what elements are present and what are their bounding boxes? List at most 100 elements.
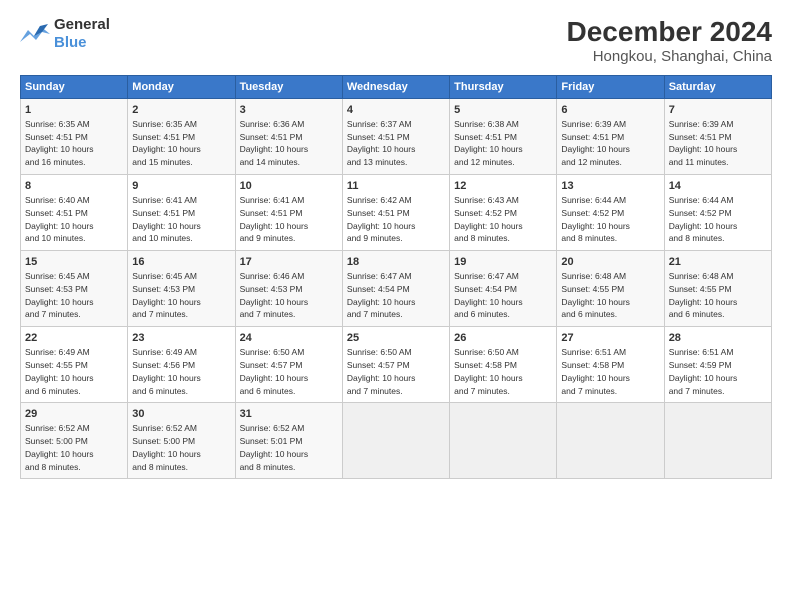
col-wednesday: Wednesday [342, 76, 449, 99]
day-number: 7 [669, 103, 767, 118]
table-row [450, 403, 557, 479]
day-info: Sunrise: 6:41 AM [240, 195, 305, 205]
day-number: 6 [561, 103, 659, 118]
day-info: and 7 minutes. [347, 386, 403, 396]
day-info: and 8 minutes. [561, 233, 617, 243]
day-number: 12 [454, 179, 552, 194]
day-info: and 14 minutes. [240, 157, 300, 167]
table-row: 30Sunrise: 6:52 AMSunset: 5:00 PMDayligh… [128, 403, 235, 479]
table-row: 1Sunrise: 6:35 AMSunset: 4:51 PMDaylight… [21, 99, 128, 175]
day-info: Sunrise: 6:50 AM [347, 347, 412, 357]
day-info: Sunset: 4:55 PM [25, 360, 88, 370]
logo-text: General Blue [54, 16, 110, 52]
day-info: Sunset: 4:52 PM [561, 208, 624, 218]
day-info: Daylight: 10 hours [25, 297, 94, 307]
day-info: and 7 minutes. [25, 309, 81, 319]
table-row: 5Sunrise: 6:38 AMSunset: 4:51 PMDaylight… [450, 99, 557, 175]
table-row: 12Sunrise: 6:43 AMSunset: 4:52 PMDayligh… [450, 175, 557, 251]
day-info: Daylight: 10 hours [454, 373, 523, 383]
day-info: Sunset: 4:51 PM [240, 208, 303, 218]
day-info: Sunrise: 6:48 AM [561, 271, 626, 281]
day-info: Daylight: 10 hours [132, 297, 201, 307]
day-info: and 9 minutes. [347, 233, 403, 243]
day-number: 16 [132, 255, 230, 270]
day-info: Daylight: 10 hours [454, 297, 523, 307]
day-info: Sunrise: 6:45 AM [132, 271, 197, 281]
day-info: Daylight: 10 hours [347, 297, 416, 307]
day-info: Sunrise: 6:51 AM [561, 347, 626, 357]
table-row: 22Sunrise: 6:49 AMSunset: 4:55 PMDayligh… [21, 327, 128, 403]
day-info: Daylight: 10 hours [25, 221, 94, 231]
day-info: Daylight: 10 hours [240, 221, 309, 231]
day-info: Daylight: 10 hours [25, 449, 94, 459]
day-info: Daylight: 10 hours [240, 373, 309, 383]
day-info: Sunrise: 6:44 AM [669, 195, 734, 205]
day-info: and 12 minutes. [454, 157, 514, 167]
day-info: Sunset: 4:55 PM [561, 284, 624, 294]
day-info: and 7 minutes. [454, 386, 510, 396]
day-info: Sunset: 4:57 PM [240, 360, 303, 370]
day-info: Sunrise: 6:52 AM [240, 423, 305, 433]
day-info: Sunrise: 6:43 AM [454, 195, 519, 205]
day-info: Daylight: 10 hours [347, 144, 416, 154]
table-row: 9Sunrise: 6:41 AMSunset: 4:51 PMDaylight… [128, 175, 235, 251]
day-info: and 8 minutes. [669, 233, 725, 243]
day-number: 5 [454, 103, 552, 118]
day-info: Daylight: 10 hours [25, 144, 94, 154]
day-info: Sunset: 4:58 PM [454, 360, 517, 370]
day-info: Daylight: 10 hours [347, 373, 416, 383]
logo-icon [20, 22, 50, 46]
day-info: Sunrise: 6:52 AM [25, 423, 90, 433]
day-info: Sunrise: 6:46 AM [240, 271, 305, 281]
table-row: 13Sunrise: 6:44 AMSunset: 4:52 PMDayligh… [557, 175, 664, 251]
day-info: Sunrise: 6:37 AM [347, 119, 412, 129]
day-number: 22 [25, 331, 123, 346]
day-info: Daylight: 10 hours [25, 373, 94, 383]
day-info: Sunset: 4:51 PM [132, 208, 195, 218]
calendar-title: December 2024 [567, 16, 772, 48]
table-row: 20Sunrise: 6:48 AMSunset: 4:55 PMDayligh… [557, 251, 664, 327]
day-info: Sunrise: 6:47 AM [454, 271, 519, 281]
day-info: Sunset: 4:51 PM [25, 132, 88, 142]
day-info: Sunset: 4:51 PM [669, 132, 732, 142]
col-thursday: Thursday [450, 76, 557, 99]
day-info: Sunrise: 6:52 AM [132, 423, 197, 433]
day-info: Sunset: 5:00 PM [132, 436, 195, 446]
day-info: Sunset: 4:57 PM [347, 360, 410, 370]
day-info: Sunrise: 6:35 AM [132, 119, 197, 129]
day-info: Sunset: 5:00 PM [25, 436, 88, 446]
day-number: 9 [132, 179, 230, 194]
col-tuesday: Tuesday [235, 76, 342, 99]
table-row: 7Sunrise: 6:39 AMSunset: 4:51 PMDaylight… [664, 99, 771, 175]
day-info: and 12 minutes. [561, 157, 621, 167]
table-row: 10Sunrise: 6:41 AMSunset: 4:51 PMDayligh… [235, 175, 342, 251]
calendar-body: 1Sunrise: 6:35 AMSunset: 4:51 PMDaylight… [21, 99, 772, 479]
day-info: and 8 minutes. [240, 462, 296, 472]
day-info: and 7 minutes. [561, 386, 617, 396]
day-number: 23 [132, 331, 230, 346]
day-info: Daylight: 10 hours [132, 449, 201, 459]
day-info: and 8 minutes. [454, 233, 510, 243]
day-number: 21 [669, 255, 767, 270]
table-row: 11Sunrise: 6:42 AMSunset: 4:51 PMDayligh… [342, 175, 449, 251]
day-info: and 7 minutes. [240, 309, 296, 319]
table-row: 8Sunrise: 6:40 AMSunset: 4:51 PMDaylight… [21, 175, 128, 251]
day-info: Sunrise: 6:49 AM [132, 347, 197, 357]
day-info: Sunrise: 6:39 AM [561, 119, 626, 129]
day-info: Daylight: 10 hours [132, 221, 201, 231]
day-info: Sunset: 4:51 PM [454, 132, 517, 142]
day-info: and 10 minutes. [25, 233, 85, 243]
day-info: and 8 minutes. [132, 462, 188, 472]
table-row: 4Sunrise: 6:37 AMSunset: 4:51 PMDaylight… [342, 99, 449, 175]
day-info: Sunrise: 6:47 AM [347, 271, 412, 281]
day-number: 8 [25, 179, 123, 194]
day-number: 19 [454, 255, 552, 270]
day-info: Sunset: 4:53 PM [25, 284, 88, 294]
day-info: and 9 minutes. [240, 233, 296, 243]
day-info: and 6 minutes. [561, 309, 617, 319]
title-block: December 2024 Hongkou, Shanghai, China [567, 16, 772, 65]
day-number: 26 [454, 331, 552, 346]
day-number: 24 [240, 331, 338, 346]
table-row: 19Sunrise: 6:47 AMSunset: 4:54 PMDayligh… [450, 251, 557, 327]
day-info: and 11 minutes. [669, 157, 729, 167]
